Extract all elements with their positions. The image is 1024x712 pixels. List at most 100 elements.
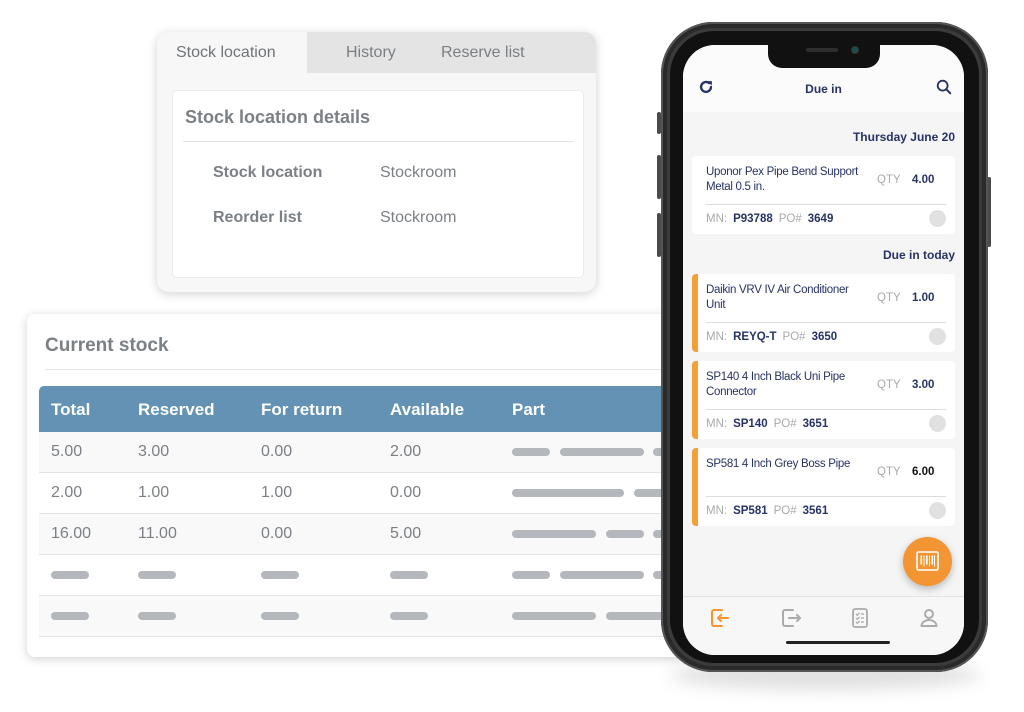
mn-label: MN: <box>706 331 728 343</box>
table-row[interactable]: 16.00 11.00 0.00 5.00 <box>39 514 687 555</box>
po-label: PO# <box>778 213 802 225</box>
item-name: SP140 4 Inch Black Uni Pipe Connector <box>706 371 845 398</box>
due-item-card[interactable]: SP581 4 Inch Grey Boss Pipe QTY 6.00 MN:… <box>692 448 955 526</box>
card-title: Stock location details <box>185 107 371 127</box>
cell-placeholder <box>261 571 299 579</box>
cell-placeholder <box>390 612 428 620</box>
column-header-reserved[interactable]: Reserved <box>138 400 215 420</box>
due-out-icon[interactable] <box>780 607 802 629</box>
due-item-card[interactable]: SP140 4 Inch Black Uni Pipe Connector QT… <box>692 361 955 439</box>
qty-label: QTY <box>877 174 901 186</box>
column-header-for-return[interactable]: For return <box>261 400 342 420</box>
part-placeholder <box>512 612 596 620</box>
column-header-available[interactable]: Available <box>390 400 464 420</box>
part-placeholder <box>606 530 644 538</box>
mn-value: SP581 <box>733 505 768 517</box>
table-row[interactable]: 5.00 3.00 0.00 2.00 <box>39 432 687 473</box>
part-placeholder <box>606 612 666 620</box>
qty-value: 4.00 <box>912 174 935 186</box>
total-cell: 5.00 <box>51 443 83 460</box>
qty-label: QTY <box>877 379 901 391</box>
reserved-cell: 3.00 <box>138 443 170 460</box>
po-label: PO# <box>782 331 806 343</box>
po-value: 3650 <box>811 331 838 343</box>
tab-bar: Stock location History Reserve list <box>157 32 596 73</box>
part-placeholder <box>512 448 550 456</box>
stock-location-label: Stock location <box>213 164 323 181</box>
table-row[interactable]: 2.00 1.00 1.00 0.00 <box>39 473 687 514</box>
stock-table: Total Reserved For return Available Part… <box>39 386 687 637</box>
column-header-part[interactable]: Part <box>512 400 545 420</box>
item-meta: MN: SP581 PO# 3561 <box>706 505 834 517</box>
table-header: Total Reserved For return Available Part <box>39 386 687 432</box>
phone-camera <box>851 46 859 54</box>
item-meta: MN: P93788 PO# 3649 <box>706 213 839 225</box>
cell-placeholder <box>138 571 176 579</box>
tab-reserve-list[interactable]: Reserve list <box>441 32 525 73</box>
mn-label: MN: <box>706 505 728 517</box>
total-cell: 2.00 <box>51 484 83 501</box>
qty-value: 3.00 <box>912 379 935 391</box>
select-checkbox[interactable] <box>929 328 946 345</box>
item-meta: MN: REYQ-T PO# 3650 <box>706 331 843 343</box>
phone-screen: Due in Thursday June 20 Uponor Pex Pipe … <box>683 45 964 655</box>
item-name: SP581 4 Inch Grey Boss Pipe <box>706 458 851 470</box>
item-meta: MN: SP140 PO# 3651 <box>706 418 834 430</box>
stock-location-details-card: Stock location details Stock location St… <box>172 90 584 278</box>
select-checkbox[interactable] <box>929 415 946 432</box>
divider <box>45 369 687 370</box>
qty-label: QTY <box>877 292 901 304</box>
part-placeholder <box>512 489 624 497</box>
bottom-nav <box>683 596 964 655</box>
cell-placeholder <box>390 571 428 579</box>
scan-barcode-button[interactable] <box>903 537 952 586</box>
for-return-cell: 1.00 <box>261 484 293 501</box>
for-return-cell: 0.00 <box>261 525 293 542</box>
select-checkbox[interactable] <box>929 210 946 227</box>
table-row-placeholder <box>39 596 687 637</box>
mn-label: MN: <box>706 418 728 430</box>
home-indicator[interactable] <box>786 641 890 644</box>
due-today-accent <box>692 274 698 352</box>
reserved-cell: 1.00 <box>138 484 170 501</box>
po-value: 3561 <box>802 505 829 517</box>
part-placeholder <box>560 571 644 579</box>
current-stock-panel: Current stock Total Reserved For return … <box>27 314 687 657</box>
due-in-icon[interactable] <box>709 607 731 629</box>
tab-history[interactable]: History <box>346 32 396 73</box>
reorder-list-label: Reorder list <box>213 209 302 226</box>
for-return-cell: 0.00 <box>261 443 293 460</box>
divider <box>706 409 946 410</box>
due-item-card[interactable]: Daikin VRV IV Air Conditioner Unit QTY 1… <box>692 274 955 352</box>
cell-placeholder <box>51 612 89 620</box>
reorder-list-value: Stockroom <box>380 209 457 226</box>
tab-stock-location[interactable]: Stock location <box>157 32 307 73</box>
due-item-card[interactable]: Uponor Pex Pipe Bend Support Metal 0.5 i… <box>692 156 955 234</box>
mn-value: P93788 <box>733 213 773 225</box>
part-placeholder <box>512 571 550 579</box>
profile-icon[interactable] <box>918 607 940 629</box>
mn-value: SP140 <box>733 418 768 430</box>
phone-speaker <box>806 48 838 52</box>
due-today-accent <box>692 448 698 526</box>
divider <box>706 204 946 205</box>
panel-title: Current stock <box>45 335 169 356</box>
po-label: PO# <box>773 418 797 430</box>
available-cell: 5.00 <box>390 525 422 542</box>
cell-placeholder <box>261 612 299 620</box>
section-heading-date: Thursday June 20 <box>852 130 955 144</box>
barcode-scan-icon <box>916 551 939 571</box>
part-placeholder <box>560 448 644 456</box>
item-name: Daikin VRV IV Air Conditioner Unit <box>706 284 849 311</box>
divider <box>183 141 573 142</box>
qty-value: 1.00 <box>912 292 935 304</box>
divider <box>706 322 946 323</box>
checklist-icon[interactable] <box>849 607 871 629</box>
search-icon[interactable] <box>935 78 953 96</box>
app-title: Due in <box>805 82 842 96</box>
cell-placeholder <box>138 612 176 620</box>
select-checkbox[interactable] <box>929 502 946 519</box>
po-value: 3649 <box>807 213 834 225</box>
phone-notch <box>768 40 880 68</box>
column-header-total[interactable]: Total <box>51 400 90 420</box>
